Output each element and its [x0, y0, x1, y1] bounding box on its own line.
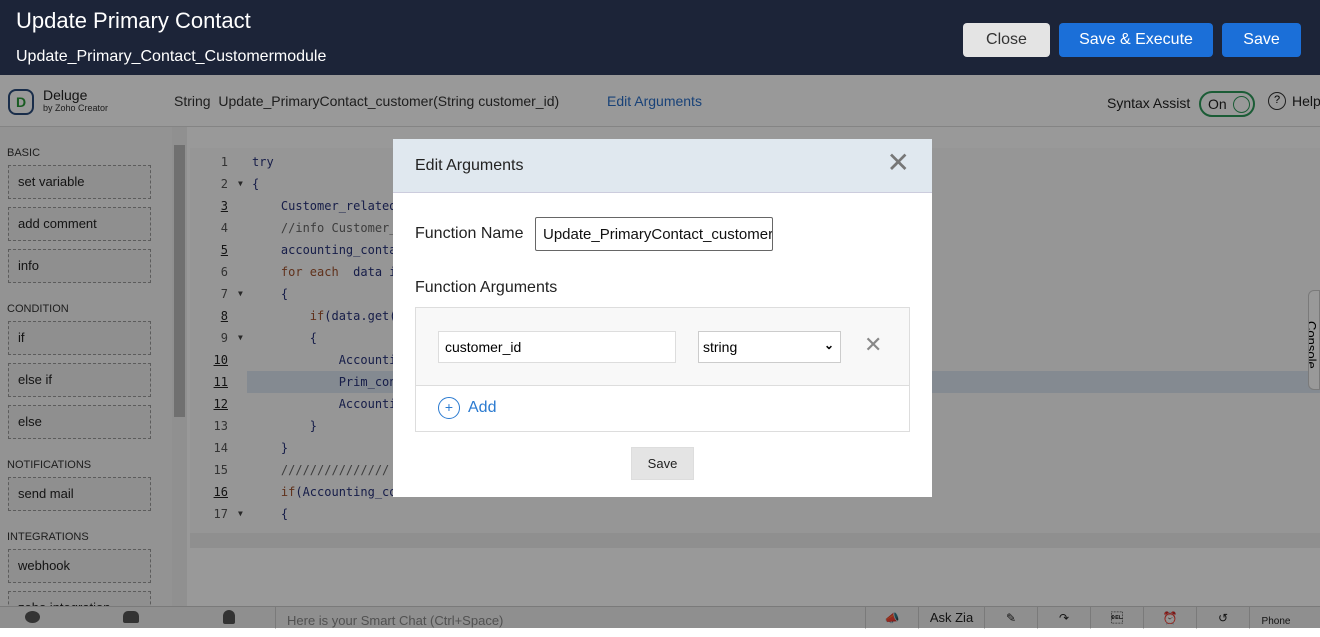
plus-icon: +: [438, 397, 460, 419]
remove-argument-icon[interactable]: ✕: [864, 332, 882, 358]
arguments-table: string ⌄ ✕ + Add: [415, 307, 910, 432]
add-label: Add: [468, 399, 497, 416]
add-argument-button[interactable]: + Add: [438, 397, 496, 419]
save-execute-button[interactable]: Save & Execute: [1059, 23, 1213, 57]
function-name-input[interactable]: [535, 217, 773, 251]
function-arguments-label: Function Arguments: [415, 279, 558, 296]
argument-type-value: string: [703, 339, 738, 355]
dialog-header: Edit Arguments ✕: [393, 139, 932, 193]
argument-type-select[interactable]: string ⌄: [698, 331, 841, 363]
function-title: Update_Primary_Contact_Customermodule: [16, 48, 327, 65]
argument-name-input[interactable]: [438, 331, 676, 363]
argument-row: string ⌄ ✕: [416, 308, 909, 386]
edit-arguments-dialog: Edit Arguments ✕ Function Name Function …: [393, 139, 932, 497]
page-title: Update Primary Contact: [16, 8, 251, 33]
close-icon[interactable]: ✕: [887, 149, 910, 177]
dialog-title: Edit Arguments: [415, 157, 524, 174]
close-button[interactable]: Close: [963, 23, 1050, 57]
function-name-label: Function Name: [415, 225, 524, 242]
chevron-down-icon: ⌄: [823, 338, 834, 352]
save-button[interactable]: Save: [1222, 23, 1301, 57]
header: Update Primary Contact Update_Primary_Co…: [0, 0, 1320, 75]
dialog-save-button[interactable]: Save: [631, 447, 694, 480]
